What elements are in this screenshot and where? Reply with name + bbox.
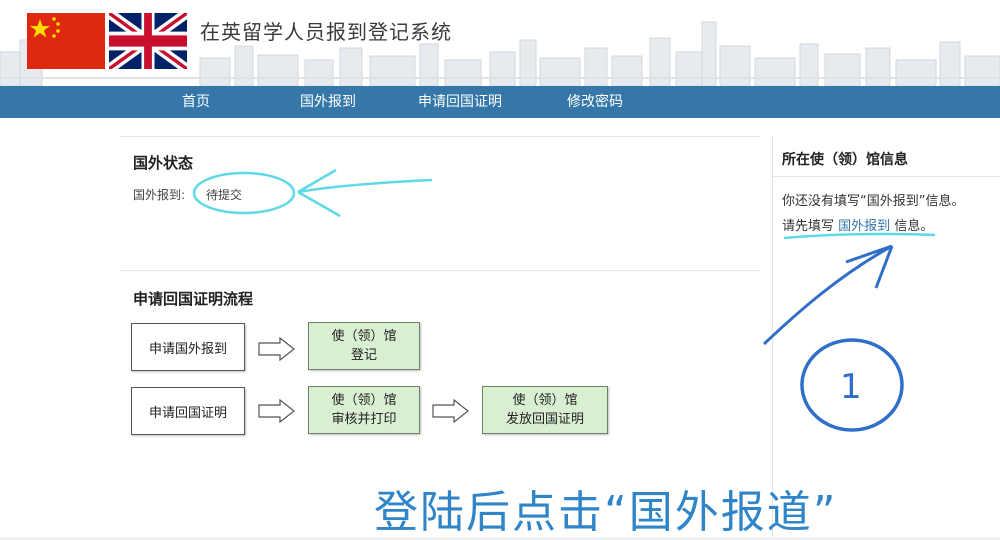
step-embassy-register: 使（领）馆 登记 [308,322,420,370]
panel-top-border [120,136,760,137]
embassy-info-divider [773,176,1000,177]
overseas-report-status: 待提交 [206,188,243,202]
uk-flag-icon [109,13,187,69]
section-divider [120,270,760,271]
nav-change-password[interactable]: 修改密码 [567,86,623,118]
instruction-caption: 登陆后点击“国外报道” [374,487,838,538]
overseas-report-link[interactable]: 国外报到 [838,219,890,234]
nav-home[interactable]: 首页 [182,86,210,118]
right-arrow-icon [432,399,469,423]
step-apply-overseas-report: 申请国外报到 [131,323,245,371]
embassy-info-message: 你还没有填写“国外报到”信息。 [782,194,965,209]
process-section-title: 申请回国证明流程 [133,290,254,308]
step-embassy-issue-certificate: 使（领）馆 发放回国证明 [482,386,608,434]
step-apply-return-certificate: 申请回国证明 [131,387,245,435]
site-title: 在英留学人员报到登记系统 [200,20,452,44]
right-arrow-icon [258,337,295,361]
main-navbar: 首页 国外报到 申请回国证明 修改密码 [0,86,1000,118]
nav-overseas-report[interactable]: 国外报到 [300,86,356,118]
instruction-suffix: 信息。 [894,219,934,234]
instruction-prefix: 请先填写 [782,219,835,234]
embassy-info-instruction: 请先填写 国外报到 信息。 [782,215,933,234]
step-embassy-review-print: 使（领）馆 审核并打印 [308,386,420,434]
site-header: 在英留学人员报到登记系统 [0,0,1000,86]
right-arrow-icon [258,399,295,423]
embassy-info-title: 所在使（领）馆信息 [782,152,908,168]
overseas-report-label: 国外报到: [133,188,186,202]
status-section-title: 国外状态 [133,154,194,172]
nav-return-certificate[interactable]: 申请回国证明 [418,86,502,118]
china-flag-icon [27,13,105,69]
